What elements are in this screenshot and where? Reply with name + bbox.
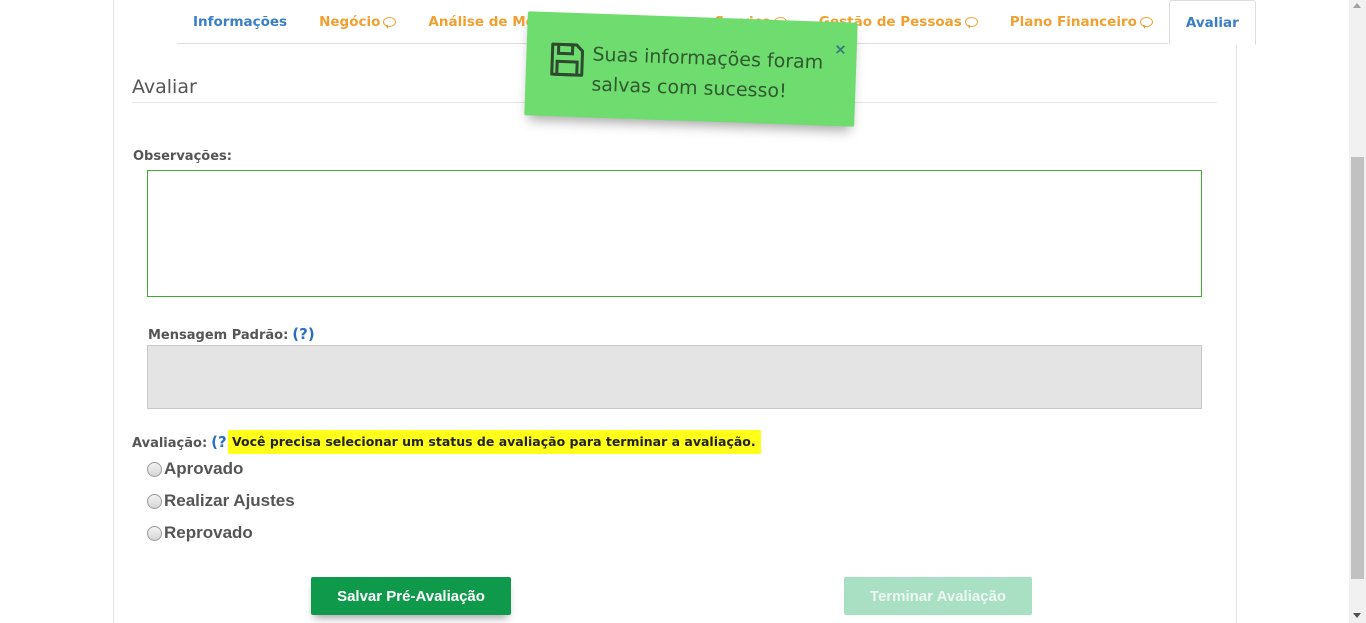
observacoes-label: Observações: [133,149,232,164]
radio-button[interactable] [147,525,162,541]
radio-realizar-ajustes[interactable]: Realizar Ajustes [147,491,295,511]
floppy-disk-icon [550,42,585,77]
radio-aprovado[interactable]: Aprovado [147,459,243,479]
toast-message: Suas informações foram salvas com sucess… [591,43,824,103]
mensagem-padrao-field [147,345,1202,409]
success-toast: Suas informações foram salvas com sucess… [524,11,858,127]
comment-icon [964,17,978,29]
close-icon[interactable]: × [834,40,847,58]
vertical-scrollbar[interactable] [1349,0,1366,623]
tab-negocio[interactable]: Negócio [303,0,412,44]
comment-icon [383,17,397,29]
radio-button[interactable] [147,461,162,477]
comment-icon [1139,17,1153,29]
mensagem-padrao-label: Mensagem Padrão: (?) [148,325,315,343]
scroll-up-arrow-icon[interactable] [1353,3,1361,8]
scroll-down-arrow-icon[interactable] [1353,613,1361,618]
finish-evaluation-button[interactable]: Terminar Avaliação [844,577,1032,615]
scrollbar-thumb[interactable] [1351,157,1364,579]
tab-avaliar[interactable]: Avaliar [1168,0,1256,45]
observacoes-textarea[interactable] [147,170,1202,297]
radio-reprovado[interactable]: Reprovado [147,523,253,543]
tab-informacoes[interactable]: Informações [177,0,303,44]
avaliacao-warning: Você precisa selecionar um status de ava… [228,430,761,454]
page-title: Avaliar [132,76,197,98]
mensagem-padrao-help-icon[interactable]: (?) [292,325,314,343]
avaliacao-label: Avaliação: (?) [132,433,234,451]
radio-button[interactable] [147,493,162,509]
save-pre-evaluation-button[interactable]: Salvar Pré-Avaliação [311,577,511,615]
tab-plano-financeiro[interactable]: Plano Financeiro [994,0,1169,44]
